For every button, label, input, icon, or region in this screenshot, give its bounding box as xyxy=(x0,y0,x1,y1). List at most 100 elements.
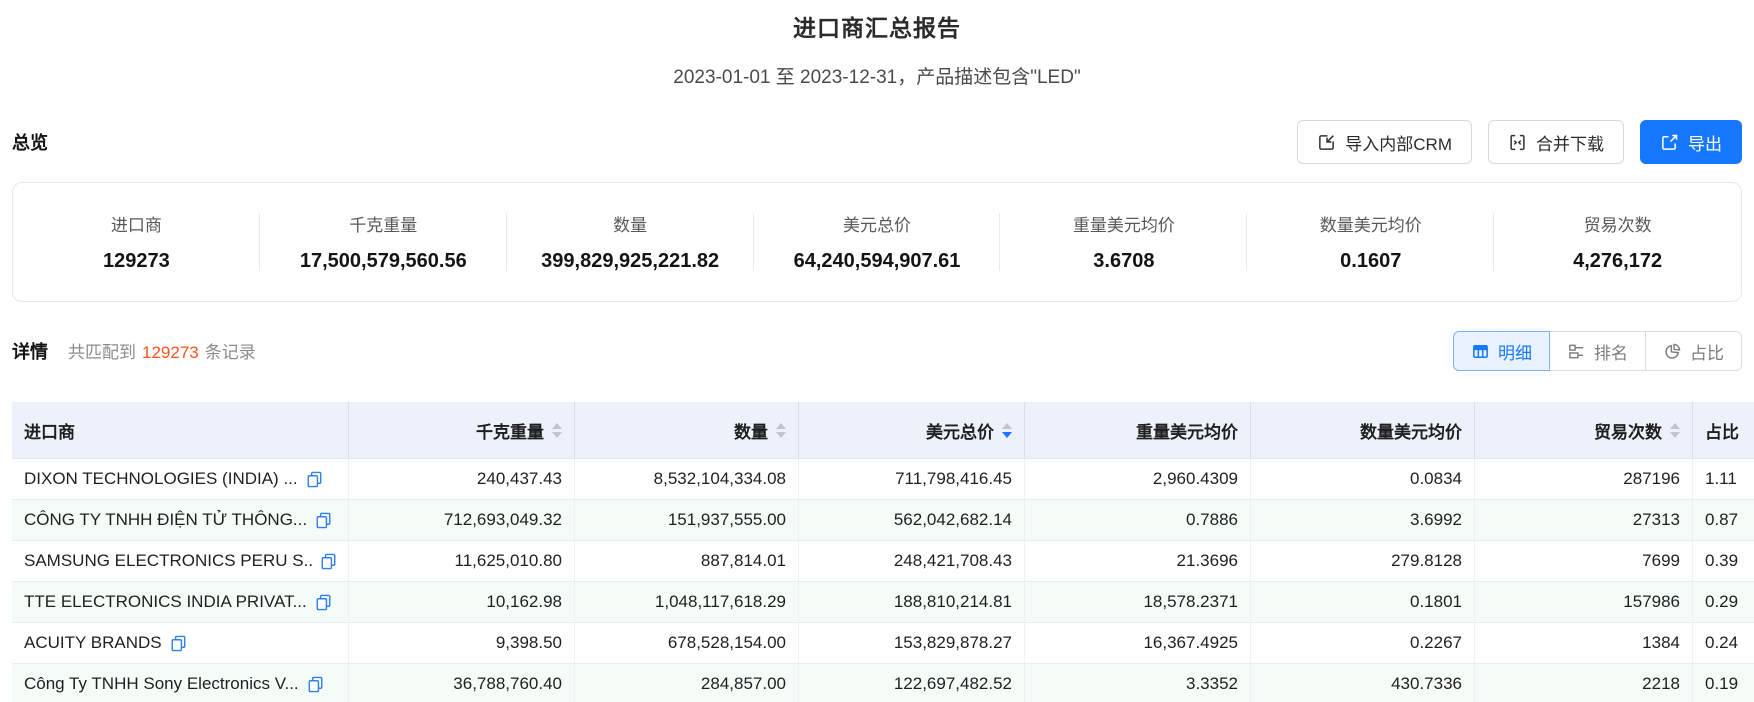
cell-quantity: 284,857.00 xyxy=(575,664,799,702)
tab-ranking-label: 排名 xyxy=(1594,343,1628,363)
stat-importers: 进口商 129273 xyxy=(13,207,260,277)
column-label: 重量美元均价 xyxy=(1136,422,1238,442)
copy-icon[interactable] xyxy=(307,471,322,488)
cell-usd-per-unit: 430.7336 xyxy=(1251,664,1475,702)
cell-usd-per-weight: 16,367.4925 xyxy=(1025,623,1251,663)
column-header-kg-weight[interactable]: 千克重量 xyxy=(349,402,575,458)
report-subtitle: 2023-01-01 至 2023-12-31，产品描述包含"LED" xyxy=(673,67,1081,88)
sort-control xyxy=(1670,422,1680,438)
cell-usd-total: 188,810,214.81 xyxy=(799,582,1025,622)
cell-usd-per-unit: 0.0834 xyxy=(1251,459,1475,499)
cell-importer: Công Ty TNHH Sony Electronics V... xyxy=(12,664,349,702)
cell-importer: CÔNG TY TNHH ĐIỆN TỬ THÔNG... xyxy=(12,500,349,540)
details-header-row: 详情 共匹配到 129273 条记录 明细 排名 占比 xyxy=(0,331,1754,371)
cell-share: 0.19 xyxy=(1705,674,1739,693)
tab-share[interactable]: 占比 xyxy=(1645,331,1742,371)
export-button[interactable]: 导出 xyxy=(1640,120,1742,164)
merge-download-button[interactable]: 合并下载 xyxy=(1488,120,1624,164)
cell-usd-total: 711,798,416.45 xyxy=(799,459,1025,499)
sort-control xyxy=(1002,422,1012,438)
sort-desc-icon[interactable] xyxy=(1670,431,1680,438)
column-header-usd-per-unit: 数量美元均价 xyxy=(1251,402,1475,458)
stat-label: 贸易次数 xyxy=(1583,216,1652,235)
cell-importer: SAMSUNG ELECTRONICS PERU S... xyxy=(12,541,349,581)
stat-value: 0.1607 xyxy=(1340,250,1402,272)
cell-share: 0.24 xyxy=(1705,633,1739,652)
cell-kg-weight: 36,788,760.40 xyxy=(349,664,575,702)
import-icon xyxy=(1317,133,1336,152)
copy-icon[interactable] xyxy=(316,512,331,529)
table-row[interactable]: Công Ty TNHH Sony Electronics V... 36,78… xyxy=(12,664,1754,702)
copy-icon[interactable] xyxy=(308,676,323,693)
column-header-trade-count[interactable]: 贸易次数 xyxy=(1475,402,1693,458)
table-body: DIXON TECHNOLOGIES (INDIA) ... 240,437.4… xyxy=(12,459,1754,702)
column-label: 占比 xyxy=(1705,422,1739,442)
column-header-usd-per-weight: 重量美元均价 xyxy=(1025,402,1251,458)
cell-share: 0.29 xyxy=(1705,592,1739,611)
table-row[interactable]: TTE ELECTRONICS INDIA PRIVAT... 10,162.9… xyxy=(12,582,1754,623)
sort-desc-icon[interactable] xyxy=(776,431,786,438)
match-suffix: 条记录 xyxy=(204,343,256,362)
table-row[interactable]: DIXON TECHNOLOGIES (INDIA) ... 240,437.4… xyxy=(12,459,1754,500)
copy-icon[interactable] xyxy=(321,553,336,570)
stat-value: 399,829,925,221.82 xyxy=(541,250,720,272)
stat-value: 3.6708 xyxy=(1093,250,1155,272)
import-to-crm-button[interactable]: 导入内部CRM xyxy=(1297,120,1472,164)
sort-asc-icon[interactable] xyxy=(1670,422,1680,429)
cell-quantity: 8,532,104,334.08 xyxy=(575,459,799,499)
stat-usd-per-weight: 重量美元均价 3.6708 xyxy=(1000,207,1248,277)
cell-trade-count: 1384 xyxy=(1475,623,1693,663)
cell-importer: ACUITY BRANDS xyxy=(12,623,349,663)
cell-share: 1.11 xyxy=(1705,469,1737,488)
importer-name: Công Ty TNHH Sony Electronics V... xyxy=(24,674,299,693)
importer-name: DIXON TECHNOLOGIES (INDIA) ... xyxy=(24,469,298,488)
sort-asc-icon[interactable] xyxy=(1002,422,1012,429)
stat-value: 4,276,172 xyxy=(1573,250,1663,272)
overview-stats-card: 进口商 129273 千克重量 17,500,579,560.56 数量 399… xyxy=(12,182,1742,302)
cell-kg-weight: 712,693,049.32 xyxy=(349,500,575,540)
stat-value: 17,500,579,560.56 xyxy=(299,250,467,272)
cell-usd-per-weight: 3.3352 xyxy=(1025,664,1251,702)
merge-download-icon xyxy=(1508,133,1527,152)
cell-usd-total: 562,042,682.14 xyxy=(799,500,1025,540)
stat-kg-weight: 千克重量 17,500,579,560.56 xyxy=(260,207,507,277)
cell-kg-weight: 10,162.98 xyxy=(349,582,575,622)
table-row[interactable]: CÔNG TY TNHH ĐIỆN TỬ THÔNG... 712,693,04… xyxy=(12,500,1754,541)
import-to-crm-label: 导入内部CRM xyxy=(1345,134,1452,154)
cell-usd-per-weight: 0.7886 xyxy=(1025,500,1251,540)
cell-kg-weight: 9,398.50 xyxy=(349,623,575,663)
cell-kg-weight: 240,437.43 xyxy=(349,459,575,499)
column-header-usd-total[interactable]: 美元总价 xyxy=(799,402,1025,458)
table-row[interactable]: ACUITY BRANDS 9,398.50 678,528,154.00 15… xyxy=(12,623,1754,664)
cell-quantity: 151,937,555.00 xyxy=(575,500,799,540)
cell-usd-per-weight: 2,960.4309 xyxy=(1025,459,1251,499)
sort-asc-icon[interactable] xyxy=(776,422,786,429)
sort-control xyxy=(776,422,786,438)
cell-quantity: 1,048,117,618.29 xyxy=(575,582,799,622)
sort-asc-icon[interactable] xyxy=(552,422,562,429)
view-switcher: 明细 排名 占比 xyxy=(1453,331,1742,371)
cell-share: 0.87 xyxy=(1705,510,1739,529)
export-icon xyxy=(1660,133,1679,152)
stat-label: 千克重量 xyxy=(349,216,418,235)
cell-share: 0.39 xyxy=(1705,551,1739,570)
stat-label: 美元总价 xyxy=(843,216,911,235)
copy-icon[interactable] xyxy=(316,594,331,611)
tab-ranking[interactable]: 排名 xyxy=(1549,331,1646,371)
cell-trade-count: 7699 xyxy=(1475,541,1693,581)
cell-usd-total: 122,697,482.52 xyxy=(799,664,1025,702)
tab-detail[interactable]: 明细 xyxy=(1453,331,1550,371)
stat-value: 64,240,594,907.61 xyxy=(793,250,961,272)
export-label: 导出 xyxy=(1688,134,1722,154)
column-label: 数量 xyxy=(734,422,768,442)
stat-usd-per-unit: 数量美元均价 0.1607 xyxy=(1247,207,1495,277)
importer-summary-report-page: 进口商汇总报告 2023-01-01 至 2023-12-31，产品描述包含"L… xyxy=(0,0,1754,702)
cell-usd-total: 248,421,708.43 xyxy=(799,541,1025,581)
sort-desc-icon[interactable] xyxy=(552,431,562,438)
table-row[interactable]: SAMSUNG ELECTRONICS PERU S... 11,625,010… xyxy=(12,541,1754,582)
stat-label: 进口商 xyxy=(110,216,162,235)
column-header-quantity[interactable]: 数量 xyxy=(575,402,799,458)
copy-icon[interactable] xyxy=(171,635,186,652)
importer-name: ACUITY BRANDS xyxy=(24,633,162,652)
sort-desc-icon-active[interactable] xyxy=(1002,431,1012,438)
